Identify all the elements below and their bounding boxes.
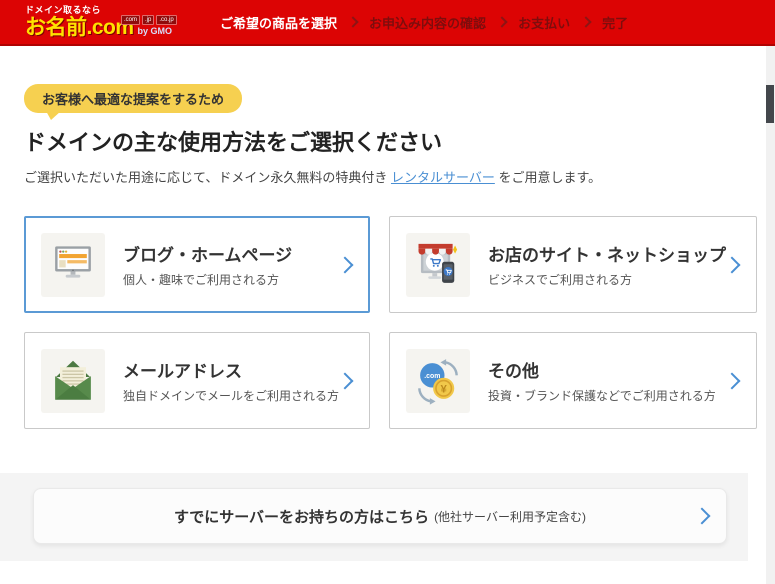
chevron-right-icon <box>347 16 359 28</box>
header: ドメイン取るなら お名前.com by GMO .com .jp .co.jp … <box>0 0 775 46</box>
chevron-right-icon <box>723 372 741 389</box>
card-title: ブログ・ホームページ <box>123 246 293 265</box>
card-title: お店のサイト・ネットショップ <box>488 246 727 265</box>
breadcrumb-step-payment: お支払い <box>518 15 571 31</box>
description-text: をご用意します。 <box>494 170 602 185</box>
tld-badge: .jp <box>142 15 155 25</box>
page-description: ご選択いただいた用途に応じて、ドメイン永久無料の特典付き レンタルサーバー をご… <box>24 167 748 186</box>
svg-text:¥: ¥ <box>441 383 448 395</box>
breadcrumb: ご希望の商品を選択 お申込み内容の確認 お支払い 完了 <box>220 13 628 32</box>
chevron-right-icon <box>336 372 354 389</box>
page-title: ドメインの主な使用方法をご選択ください <box>24 130 443 155</box>
existing-server-label: すでにサーバーをお持ちの方はこちら <box>174 508 430 526</box>
card-text: その他 投資・ブランド保護などでご利用される方 <box>488 357 726 404</box>
onamae-logo[interactable]: ドメイン取るなら お名前.com by GMO .com .jp .co.jp <box>25 5 177 39</box>
card-title: その他 <box>488 362 540 381</box>
card-text: メールアドレス 独自ドメインでメールをご利用される方 <box>123 357 339 404</box>
existing-server-button[interactable]: すでにサーバーをお持ちの方はこちら (他社サーバー利用予定含む) <box>33 488 727 544</box>
domain-exchange-icon: .com ¥ <box>418 358 458 405</box>
logo-tagline: ドメイン取るなら <box>25 5 102 15</box>
breadcrumb-step-select-product: ご希望の商品を選択 <box>220 15 338 31</box>
rental-server-link[interactable]: レンタルサーバー <box>391 170 495 185</box>
card-blog-homepage[interactable]: ブログ・ホームページ 個人・趣味でご利用される方 <box>24 216 371 313</box>
monitor-website-icon <box>55 245 91 278</box>
card-other[interactable]: .com ¥ その他 投資・ブランド保護などでご利用される方 <box>389 332 758 429</box>
logo-tld-badges: .com .jp .co.jp <box>121 15 177 25</box>
card-title: メールアドレス <box>123 362 242 381</box>
icon-box: .com ¥ <box>406 348 471 413</box>
chevron-right-icon <box>693 507 711 525</box>
icon-box <box>406 232 471 297</box>
card-subtitle: 個人・趣味でご利用される方 <box>123 273 280 287</box>
icon-box <box>41 348 105 413</box>
proposal-badge: お客様へ最適な提案をするため <box>24 84 243 120</box>
chevron-right-icon <box>580 16 592 28</box>
card-subtitle: 投資・ブランド保護などでご利用される方 <box>488 389 716 403</box>
description-text: ご選択いただいた用途に応じて、ドメイン永久無料の特典付き <box>24 170 391 185</box>
main-content: お客様へ最適な提案をするため ドメインの主な使用方法をご選択ください ご選択いた… <box>0 46 775 561</box>
card-shop-site[interactable]: お店のサイト・ネットショップ ビジネスでご利用される方 <box>389 216 758 313</box>
chevron-right-icon <box>496 16 508 28</box>
icon-box <box>41 232 105 297</box>
logo-brand-text: お名前.com <box>25 16 134 39</box>
tld-badge: .com <box>121 15 141 25</box>
shop-storefront-icon <box>418 243 458 283</box>
chevron-right-icon <box>336 256 354 273</box>
existing-server-section: すでにサーバーをお持ちの方はこちら (他社サーバー利用予定含む) <box>0 473 748 561</box>
svg-text:.com: .com <box>424 372 440 379</box>
card-text: お店のサイト・ネットショップ ビジネスでご利用される方 <box>488 241 726 288</box>
card-subtitle: ビジネスでご利用される方 <box>488 273 633 287</box>
card-text: ブログ・ホームページ 個人・趣味でご利用される方 <box>123 241 339 288</box>
envelope-mail-icon <box>55 360 91 400</box>
card-mail-address[interactable]: メールアドレス 独自ドメインでメールをご利用される方 <box>24 332 371 429</box>
vertical-scrollbar[interactable] <box>766 46 775 584</box>
usage-options-grid: ブログ・ホームページ 個人・趣味でご利用される方 お店のサイト・ネットショップ … <box>24 216 758 429</box>
tld-badge: .co.jp <box>156 15 177 25</box>
card-subtitle: 独自ドメインでメールをご利用される方 <box>123 389 340 403</box>
existing-server-note: (他社サーバー利用予定含む) <box>434 509 586 524</box>
chevron-right-icon <box>723 256 741 273</box>
scrollbar-thumb[interactable] <box>766 85 774 123</box>
logo-by-gmo: by GMO <box>137 26 173 36</box>
breadcrumb-step-confirm: お申込み内容の確認 <box>369 15 487 31</box>
breadcrumb-step-done: 完了 <box>602 15 629 31</box>
